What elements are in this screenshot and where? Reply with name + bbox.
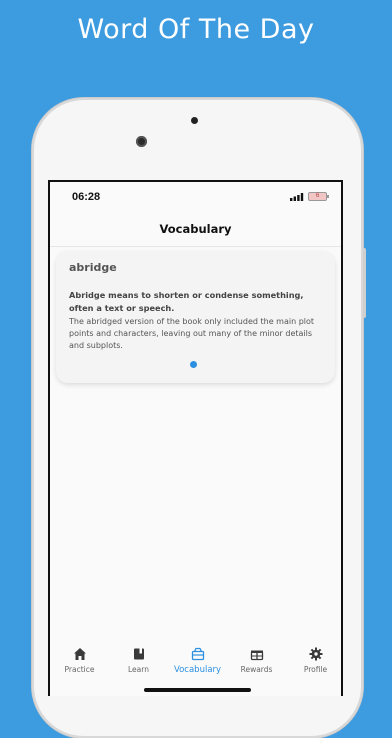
tab-label-learn: Learn xyxy=(128,665,149,674)
word-definition: Abridge means to shorten or condense som… xyxy=(69,290,304,313)
tab-profile[interactable]: Profile xyxy=(286,647,341,687)
nav-header: Vocabulary xyxy=(50,212,341,247)
speaker-dot xyxy=(191,117,198,124)
tab-learn[interactable]: Learn xyxy=(109,647,168,687)
side-button xyxy=(363,248,366,318)
tab-label-rewards: Rewards xyxy=(240,665,273,674)
word-example: The abridged version of the book only in… xyxy=(69,317,315,350)
gift-icon xyxy=(250,650,263,661)
tab-bar: Practice Learn Vocabulary Rewards Profil… xyxy=(50,647,341,696)
signal-icon xyxy=(290,193,304,201)
status-bar: 06:28 6 xyxy=(50,182,341,212)
page-title: Vocabulary xyxy=(159,222,232,236)
home-icon xyxy=(73,648,86,660)
battery-level: 6 xyxy=(315,193,320,199)
front-camera xyxy=(136,136,147,147)
word-title: abridge xyxy=(69,261,117,274)
promo-headline: Word Of The Day xyxy=(77,14,315,45)
battery-icon: 6 xyxy=(308,192,329,201)
tab-label-practice: Practice xyxy=(64,665,95,674)
tab-label-vocabulary: Vocabulary xyxy=(173,665,222,675)
page-indicator-dot[interactable] xyxy=(190,361,197,368)
gear-icon xyxy=(309,647,322,661)
word-card[interactable]: abridge Abridge means to shorten or cond… xyxy=(56,251,335,383)
tab-vocabulary[interactable]: Vocabulary xyxy=(168,647,227,687)
tab-rewards[interactable]: Rewards xyxy=(227,647,286,687)
vocabulary-box-icon xyxy=(191,647,204,661)
home-indicator[interactable] xyxy=(144,688,251,692)
book-icon xyxy=(133,648,144,660)
tab-label-profile: Profile xyxy=(303,665,328,674)
status-time: 06:28 xyxy=(72,191,101,203)
tab-practice[interactable]: Practice xyxy=(50,647,109,687)
phone-screen: 06:28 6 Vocabulary abridge Abridge means… xyxy=(48,180,343,696)
